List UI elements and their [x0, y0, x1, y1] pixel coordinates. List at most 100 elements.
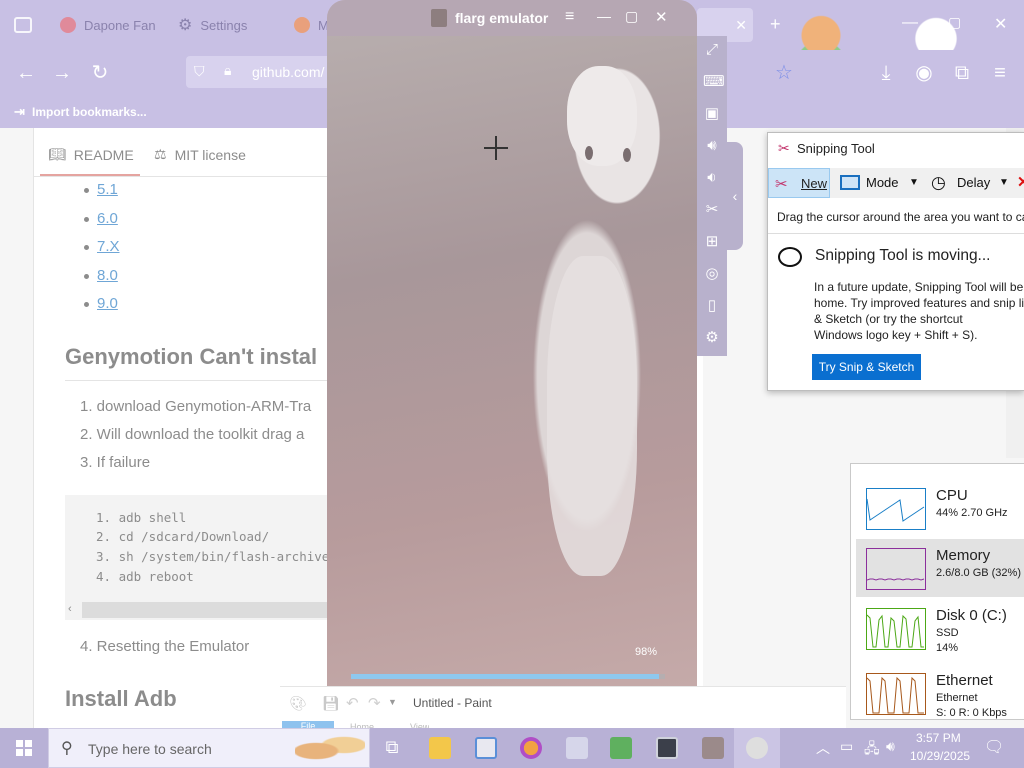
perf-item-detail: 44% 2.70 GHz: [936, 507, 1008, 519]
tab-settings[interactable]: ⚙ Settings: [178, 8, 247, 42]
reload-icon[interactable]: ↻: [88, 62, 112, 84]
maximize-icon[interactable]: ▢: [625, 8, 638, 25]
close-icon[interactable]: ✕: [655, 8, 668, 26]
taskbar-search-box[interactable]: ⚲ Type here to search: [48, 728, 370, 768]
delay-dropdown-icon[interactable]: ▼: [999, 177, 1009, 188]
add-icon[interactable]: ⊞: [703, 233, 721, 251]
hint-text: Drag the cursor around the area you want…: [777, 210, 1024, 224]
keyboard-icon[interactable]: ⌨: [703, 73, 725, 91]
tab-label: Settings: [200, 17, 248, 33]
store-icon[interactable]: [475, 737, 497, 759]
flarg-emulator-taskbar-icon[interactable]: [702, 737, 724, 759]
h-app-icon[interactable]: [610, 737, 632, 759]
window-maximize-button[interactable]: ▢: [948, 14, 961, 31]
tab-firefox[interactable]: M: [294, 8, 329, 42]
collapse-toolbar-button[interactable]: ‹: [727, 142, 743, 250]
mode-button[interactable]: Mode: [866, 175, 899, 190]
search-highlight-art: [295, 733, 365, 763]
address-bar[interactable]: ⛉ 🔒︎ github.com/: [186, 56, 346, 88]
fullscreen-icon[interactable]: ⤢: [703, 41, 721, 59]
location-icon[interactable]: ◎: [703, 265, 721, 283]
moving-body-line: In a future update, Snipping Tool will b…: [814, 280, 1024, 294]
snip-sketch-icon: [778, 247, 802, 267]
perf-item-disk[interactable]: Disk 0 (C:) SSD 14%: [856, 599, 1024, 657]
delay-button[interactable]: Delay: [957, 175, 990, 190]
paint-title: Untitled - Paint: [413, 696, 492, 710]
perf-item-memory[interactable]: Memory 2.6/8.0 GB (32%): [856, 539, 1024, 597]
extensions-icon[interactable]: ⧉: [950, 62, 974, 84]
scissors-icon: ✂: [775, 176, 788, 193]
snipping-toolbar: ✂ New Mode ▼ ◷ Delay ▼ ✕: [768, 168, 1024, 198]
tab-readme[interactable]: 📖︎ README: [48, 146, 134, 163]
section-heading: Genymotion Can't instal: [65, 344, 318, 369]
notifications-icon[interactable]: 🗨︎: [984, 737, 1004, 757]
tab-dapone-fan[interactable]: Dapone Fan: [60, 8, 156, 42]
new-snip-button[interactable]: ✂ New: [768, 168, 830, 198]
network-icon[interactable]: 🖧︎: [864, 738, 880, 762]
perf-item-ethernet[interactable]: Ethernet Ethernet S: 0 R: 0 Kbps: [856, 664, 1024, 721]
sparkline: [866, 578, 925, 581]
import-bookmarks-link[interactable]: Import bookmarks...: [32, 105, 147, 119]
version-link[interactable]: 7.X: [97, 238, 120, 255]
menu-icon[interactable]: ≡: [988, 62, 1012, 84]
clock-time[interactable]: 3:57 PM: [916, 731, 961, 745]
hamburger-menu-icon[interactable]: ≡: [565, 8, 574, 26]
task-view-icon[interactable]: ⧉: [381, 737, 403, 759]
scissors-icon[interactable]: ✂: [703, 201, 721, 219]
minimize-icon[interactable]: —: [597, 8, 611, 24]
sparkline-path: [866, 676, 924, 714]
volume-icon[interactable]: 🔊︎: [886, 738, 895, 755]
tray-expand-icon[interactable]: ︿: [816, 738, 830, 758]
window-close-button[interactable]: ✕: [994, 14, 1007, 34]
volume-up-icon[interactable]: 🔊︎: [703, 137, 721, 155]
window-minimize-button[interactable]: —: [902, 14, 918, 32]
code-scroll-left-icon[interactable]: ‹: [68, 603, 72, 615]
moving-title: Snipping Tool is moving...: [815, 247, 991, 264]
perf-item-detail: Ethernet: [936, 692, 978, 704]
paint-taskbar-icon[interactable]: [746, 737, 768, 759]
snip-divider: [768, 233, 1024, 234]
app-icon[interactable]: [566, 737, 588, 759]
code-scrollbar[interactable]: [82, 602, 327, 618]
mode-dropdown-icon[interactable]: ▼: [909, 177, 919, 188]
shake-icon[interactable]: ▯: [703, 297, 721, 315]
settings-gear-icon[interactable]: ⚙: [703, 329, 721, 347]
new-tab-button[interactable]: +: [770, 14, 781, 35]
version-link[interactable]: 6.0: [97, 210, 118, 227]
emulator-title-bar[interactable]: flarg emulator ≡ — ▢ ✕: [327, 0, 697, 36]
tab-mit-license[interactable]: ⚖ MIT license: [154, 146, 246, 163]
loading-percent: 98%: [635, 646, 658, 658]
code-line: 4. adb reboot: [96, 569, 194, 584]
clock-date[interactable]: 10/29/2025: [910, 749, 970, 763]
screenshot-icon[interactable]: ▣: [703, 105, 721, 123]
version-link[interactable]: 9.0: [97, 295, 118, 312]
emulator-screen[interactable]: 98%: [327, 36, 697, 686]
perf-item-detail: S: 0 R: 0 Kbps: [936, 707, 1007, 719]
meet-now-icon[interactable]: ▭: [840, 738, 853, 755]
bookmark-star-icon[interactable]: ☆: [772, 62, 796, 84]
undo-icon[interactable]: ↶: [346, 694, 359, 712]
version-link[interactable]: 8.0: [97, 267, 118, 284]
terminal-icon[interactable]: [656, 737, 678, 759]
save-icon[interactable]: 💾︎: [322, 695, 340, 712]
download-icon[interactable]: ⤓: [874, 62, 898, 84]
tab-label: Dapone Fan: [84, 17, 156, 33]
try-snip-sketch-button[interactable]: Try Snip & Sketch: [812, 354, 921, 380]
firefox-taskbar-icon[interactable]: [520, 737, 542, 759]
file-explorer-icon[interactable]: [429, 737, 451, 759]
perf-item-cpu[interactable]: CPU 44% 2.70 GHz: [856, 479, 1024, 537]
version-link[interactable]: 5.1: [97, 181, 118, 198]
shield-icon: ⛉: [194, 63, 205, 79]
list-bullet: [84, 302, 89, 307]
windows-start-icon[interactable]: [16, 740, 32, 756]
cancel-icon[interactable]: ✕: [1017, 173, 1024, 191]
redo-icon[interactable]: ↷: [368, 694, 381, 712]
account-icon[interactable]: ◉: [912, 62, 936, 84]
code-line: 3. sh /system/bin/flash-archive: [96, 549, 330, 564]
forward-arrow-icon[interactable]: →: [50, 62, 74, 84]
back-arrow-icon[interactable]: ←: [14, 62, 38, 84]
volume-down-icon[interactable]: 🔉︎: [703, 169, 721, 187]
tab-overview-icon[interactable]: [14, 17, 32, 33]
section-heading: Install Adb: [65, 686, 177, 711]
quick-access-dropdown-icon[interactable]: ▼: [388, 697, 397, 707]
